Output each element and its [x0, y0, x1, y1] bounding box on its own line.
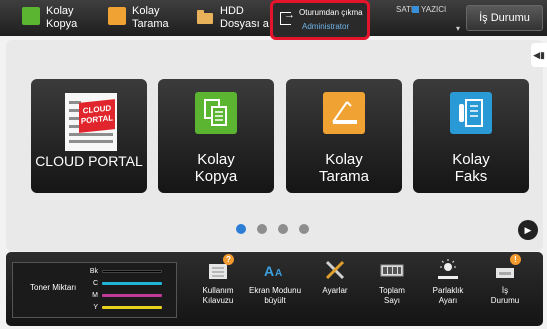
- toner-key: C: [92, 280, 98, 287]
- hdd-file-shortcut-label: HDD Dosyası a: [220, 5, 269, 30]
- status-yazici: YAZICI: [412, 5, 446, 14]
- kolay-kopya-shortcut-label: Kolay Kopya: [46, 5, 78, 30]
- toner-bar-magenta: [102, 294, 162, 297]
- job-status-tool-label: İş Durumu: [490, 286, 520, 305]
- toner-key: Y: [93, 304, 98, 311]
- page-dot[interactable]: [299, 224, 309, 234]
- total-count-button[interactable]: Toplam Sayı: [362, 258, 422, 306]
- toner-label: Toner Miktarı: [30, 283, 77, 292]
- toner-bar-black: [102, 270, 162, 273]
- toner-key: Bk: [89, 268, 98, 275]
- page-indicator: [236, 224, 309, 234]
- printer-status-indicator: [412, 6, 419, 13]
- settings-button[interactable]: Ayarlar: [305, 258, 365, 296]
- brightness-icon: [436, 258, 460, 282]
- tile-cloud-portal-label: CLOUD PORTAL: [35, 153, 143, 169]
- tile-kolay-kopya-label: Kolay Kopya: [194, 151, 238, 185]
- scan-icon: [323, 92, 365, 134]
- zoom-mode-label: Ekran Modunu büyült: [248, 286, 302, 305]
- toner-row-bk: Bk: [86, 268, 162, 275]
- tile-kolay-faks-label: Kolay Faks: [452, 151, 490, 185]
- kolay-tarama-shortcut[interactable]: Kolay Tarama: [108, 5, 169, 31]
- tile-kolay-tarama-label: Kolay Tarama: [318, 151, 370, 185]
- toner-row-m: M: [86, 292, 162, 299]
- page-dot[interactable]: [236, 224, 246, 234]
- brightness-button[interactable]: Parlaklık Ayarı: [418, 258, 478, 306]
- text-zoom-icon: AA: [263, 258, 287, 282]
- toner-key: M: [92, 292, 98, 299]
- brightness-label: Parlaklık Ayarı: [432, 286, 464, 305]
- tile-cloud-portal[interactable]: CLOUD PORTAL CLOUD PORTAL: [31, 79, 147, 193]
- job-status-tool-button[interactable]: ! İş Durumu: [475, 254, 535, 306]
- next-page-button[interactable]: ▶: [518, 220, 538, 240]
- wrench-screwdriver-icon: [323, 258, 347, 282]
- fax-icon: [450, 92, 492, 134]
- kolay-tarama-shortcut-label: Kolay Tarama: [132, 5, 169, 30]
- toner-row-y: Y: [86, 304, 162, 311]
- logout-button[interactable]: Oturumdan çıkma Administrator: [270, 0, 370, 40]
- tile-kolay-faks[interactable]: Kolay Faks: [413, 79, 529, 193]
- scan-icon: [108, 7, 126, 25]
- zoom-mode-button[interactable]: AA Ekran Modunu büyült: [245, 258, 305, 306]
- logout-icon: [280, 9, 295, 25]
- status-corner-marker: ▾: [456, 24, 461, 33]
- top-bar: Kolay Kopya Kolay Tarama HDD Dosyası a O…: [0, 0, 547, 40]
- hdd-file-shortcut[interactable]: HDD Dosyası a: [196, 5, 269, 31]
- total-count-label: Toplam Sayı: [379, 286, 405, 305]
- toner-row-c: C: [86, 280, 162, 287]
- folder-icon: [196, 7, 214, 25]
- toner-bar-cyan: [102, 282, 162, 285]
- printer-job-icon: !: [493, 254, 521, 282]
- status-yazici-label: YAZICI: [421, 5, 447, 14]
- kolay-kopya-shortcut[interactable]: Kolay Kopya: [22, 5, 77, 31]
- logout-label: Oturumdan çıkma: [299, 8, 363, 17]
- cloud-portal-logo-text: CLOUD PORTAL: [79, 99, 115, 133]
- logged-in-user: Administrator: [302, 22, 350, 31]
- counter-icon: [380, 258, 404, 282]
- help-badge-icon: ?: [223, 254, 234, 265]
- user-guide-label: Kullanım Kılavuzu: [202, 286, 234, 305]
- settings-label: Ayarlar: [322, 286, 348, 295]
- job-status-button[interactable]: İş Durumu: [466, 5, 543, 31]
- tile-kolay-tarama[interactable]: Kolay Tarama: [286, 79, 402, 193]
- page-dot[interactable]: [257, 224, 267, 234]
- tile-kolay-kopya[interactable]: Kolay Kopya: [158, 79, 274, 193]
- cloud-portal-icon: CLOUD PORTAL: [65, 93, 117, 151]
- svg-text:A: A: [275, 268, 282, 279]
- page-dot[interactable]: [278, 224, 288, 234]
- copy-icon: [22, 7, 40, 25]
- user-guide-button[interactable]: ? Kullanım Kılavuzu: [188, 254, 248, 306]
- svg-text:A: A: [264, 263, 274, 279]
- side-panel-toggle[interactable]: ◀▮: [531, 43, 547, 67]
- toner-bar-yellow: [102, 306, 162, 309]
- manual-icon: ?: [206, 254, 234, 282]
- copy-icon: [195, 92, 237, 134]
- alert-badge-icon: !: [510, 254, 521, 265]
